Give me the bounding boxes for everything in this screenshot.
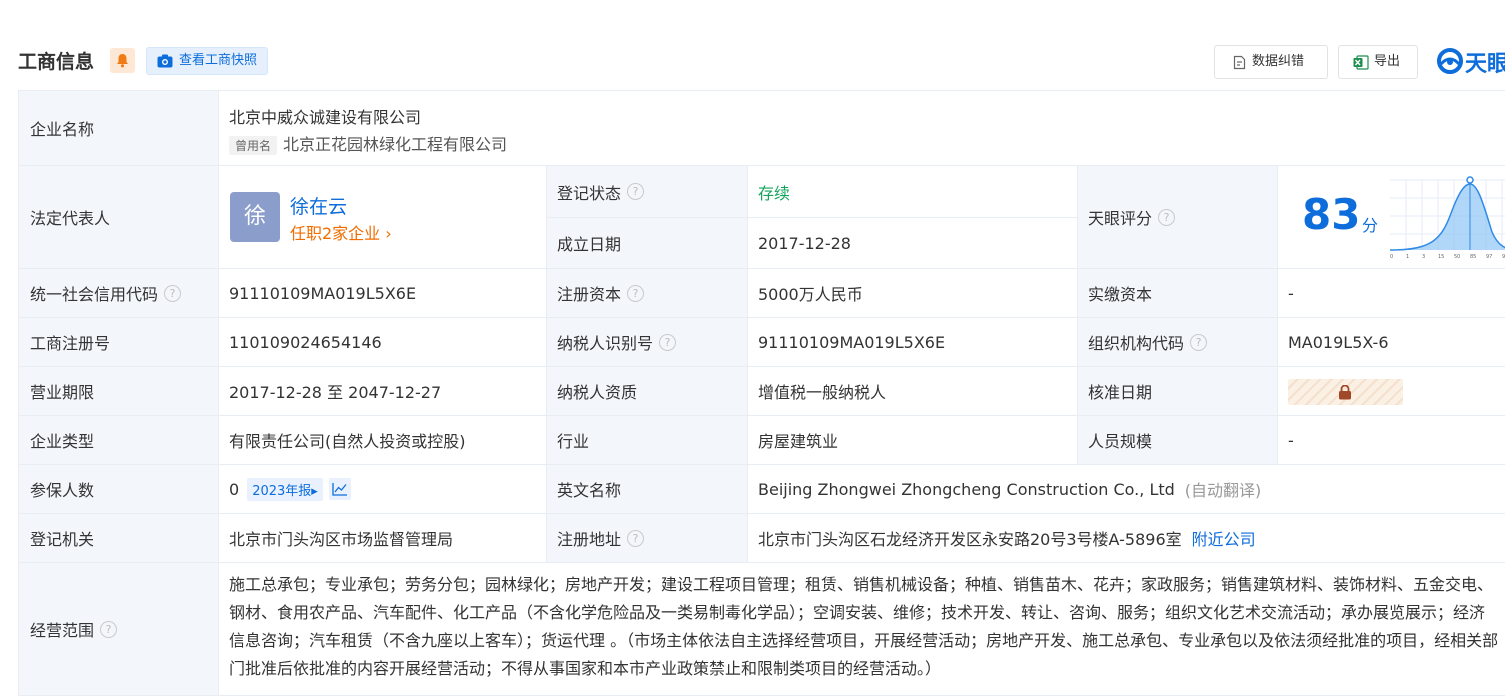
reg-status-label: 登记状态? [547, 166, 748, 218]
insured-label: 参保人数 [18, 465, 219, 514]
founded-label: 成立日期 [547, 218, 748, 269]
company-name: 北京中威众诚建设有限公司 [229, 108, 422, 127]
data-correction-button[interactable]: 数据纠错 [1214, 45, 1328, 79]
bell-icon [117, 54, 128, 68]
rating-label: 天眼评分? [1078, 166, 1278, 269]
annual-report-tag[interactable]: 2023年报▸ [247, 477, 323, 501]
nearby-companies-link[interactable]: 附近公司 [1192, 526, 1256, 550]
data-correction-label: 数据纠错 [1252, 54, 1305, 69]
rating-score: 83 [1302, 190, 1361, 239]
excel-icon [1353, 55, 1369, 70]
axis-tick-label: 15 [1438, 254, 1444, 260]
vip-locked-value[interactable] [1288, 379, 1403, 405]
rating-unit: 分 [1362, 216, 1379, 235]
credit-code-value: 91110109MA019L5X6E [219, 269, 547, 318]
logo-icon [1437, 48, 1463, 74]
org-code-label: 组织机构代码? [1078, 318, 1278, 367]
former-name-tag: 曾用名 [229, 136, 278, 155]
taxpayer-id-value: 91110109MA019L5X6E [748, 318, 1078, 367]
score-marker [1466, 176, 1474, 184]
type-label: 企业类型 [18, 416, 219, 465]
axis-tick-label: 3 [1422, 254, 1425, 260]
credit-code-label: 统一社会信用代码? [18, 269, 219, 318]
authority-value: 北京市门头沟区市场监督管理局 [219, 514, 547, 563]
section-header: 工商信息 查看工商快照 数据纠错 导出 天眼 [0, 0, 1505, 90]
term-value: 2017-12-28 至 2047-12-27 [219, 367, 547, 416]
section-title: 工商信息 [18, 51, 95, 73]
auto-translate-hint: (自动翻译) [1184, 481, 1262, 500]
address-cell: 北京市门头沟区石龙经济开发区永安路20号3号楼A-5896室 附近公司 [748, 514, 1505, 563]
english-name-cell: Beijing Zhongwei Zhongcheng Construction… [748, 465, 1505, 514]
rating-cell: 83 分 0 1 3 15 50 85 97 9 [1278, 166, 1505, 269]
rating-distribution-chart: 0 1 3 15 50 85 97 9 [1389, 176, 1505, 260]
taxpayer-qual-label: 纳税人资质 [547, 367, 748, 416]
help-icon[interactable]: ? [627, 284, 645, 302]
staff-size-label: 人员规模 [1078, 416, 1278, 465]
axis-tick-label: 0 [1390, 254, 1393, 260]
legal-rep-label: 法定代表人 [18, 166, 219, 269]
reg-capital-label: 注册资本? [547, 269, 748, 318]
camera-icon [157, 54, 173, 68]
authority-label: 登记机关 [18, 514, 219, 563]
taxpayer-id-label: 纳税人识别号? [547, 318, 748, 367]
axis-tick-label: 85 [1470, 254, 1476, 260]
help-icon[interactable]: ? [627, 529, 645, 547]
lock-icon [1339, 385, 1351, 400]
legal-rep-cell: 徐 徐在云 任职2家企业 › [219, 166, 547, 269]
former-name: 北京正花园林绿化工程有限公司 [283, 135, 508, 154]
avatar: 徐 [230, 192, 280, 242]
address-value: 北京市门头沟区石龙经济开发区永安路20号3号楼A-5896室 [758, 530, 1182, 549]
axis-tick-label: 1 [1406, 254, 1409, 260]
industry-label: 行业 [547, 416, 748, 465]
axis-tick-label: 50 [1454, 254, 1460, 260]
founded-value: 2017-12-28 [748, 218, 1078, 269]
english-name-value: Beijing Zhongwei Zhongcheng Construction… [758, 479, 1175, 499]
type-value: 有限责任公司(自然人投资或控股) [219, 416, 547, 465]
positions-link[interactable]: 任职2家企业 › [290, 220, 392, 244]
paid-capital-value: - [1278, 269, 1505, 318]
org-code-value: MA019L5X-6 [1278, 318, 1505, 367]
help-icon[interactable]: ? [659, 333, 677, 351]
axis-tick-label: 97 [1486, 254, 1492, 260]
snapshot-label: 查看工商快照 [179, 53, 258, 68]
staff-size-value: - [1278, 416, 1505, 465]
reg-no-value: 110109024654146 [219, 318, 547, 367]
term-label: 营业期限 [18, 367, 219, 416]
scope-cell: 施工总承包；专业承包；劳务分包；园林绿化；房地产开发；建设工程项目管理；租赁、销… [219, 563, 1505, 696]
help-icon[interactable]: ? [1190, 333, 1208, 351]
export-button[interactable]: 导出 [1338, 45, 1418, 79]
address-label: 注册地址? [547, 514, 748, 563]
company-name-label: 企业名称 [18, 90, 219, 166]
reg-capital-value: 5000万人民币 [748, 269, 1078, 318]
trend-chart-icon [332, 483, 347, 496]
help-icon[interactable]: ? [100, 620, 118, 638]
insured-cell: 0 2023年报▸ [219, 465, 547, 514]
view-snapshot-button[interactable]: 查看工商快照 [146, 47, 269, 75]
taxpayer-qual-value: 增值税一般纳税人 [748, 367, 1078, 416]
caret-right-icon: ▸ [311, 483, 318, 499]
reg-status-value: 存续 [748, 166, 1078, 218]
paid-capital-label: 实缴资本 [1078, 269, 1278, 318]
industry-value: 房屋建筑业 [748, 416, 1078, 465]
approval-date-label: 核准日期 [1078, 367, 1278, 416]
logo-text: 天眼 [1465, 52, 1505, 77]
former-name-row: 曾用名 北京正花园林绿化工程有限公司 [229, 131, 507, 155]
english-name-label: 英文名称 [547, 465, 748, 514]
help-icon[interactable]: ? [627, 183, 645, 200]
legal-rep-name[interactable]: 徐在云 [290, 192, 347, 219]
scope-value: 施工总承包；专业承包；劳务分包；园林绿化；房地产开发；建设工程项目管理；租赁、销… [229, 575, 1499, 678]
help-icon[interactable]: ? [164, 284, 182, 302]
insured-value: 0 [229, 479, 240, 499]
approval-date-cell [1278, 367, 1505, 416]
report-icon [1233, 55, 1246, 70]
chevron-right-icon: › [385, 224, 392, 243]
trend-button[interactable] [328, 478, 351, 500]
scope-label: 经营范围? [18, 563, 219, 696]
help-icon[interactable]: ? [1158, 208, 1176, 226]
company-name-cell: 北京中威众诚建设有限公司 曾用名 北京正花园林绿化工程有限公司 [219, 90, 1505, 166]
export-label: 导出 [1374, 54, 1401, 69]
reg-no-label: 工商注册号 [18, 318, 219, 367]
follow-button[interactable] [110, 48, 135, 73]
